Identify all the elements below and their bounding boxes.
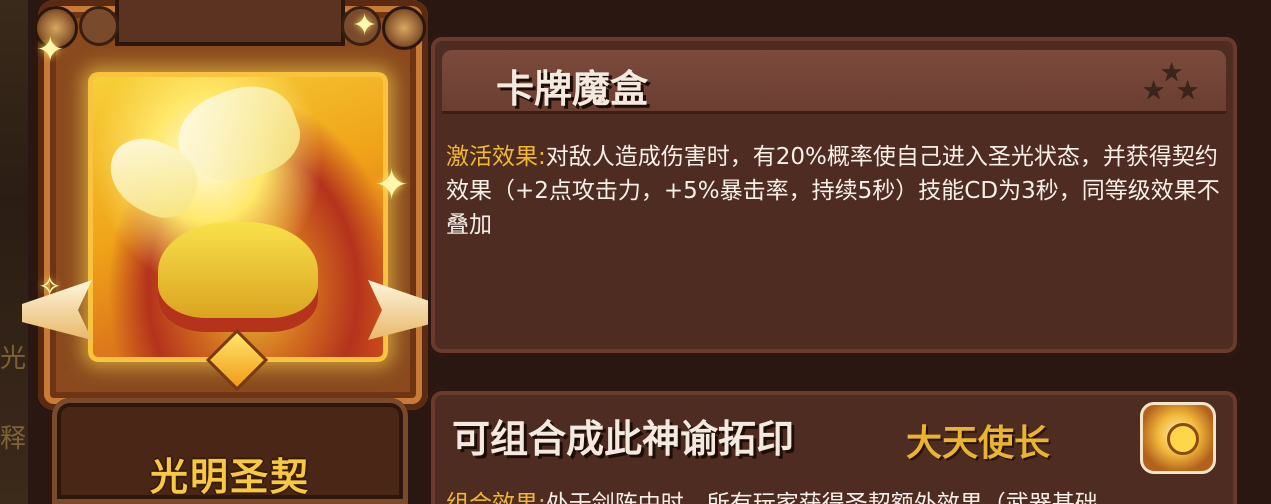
sparkle-icon: ✦ [36, 30, 65, 70]
background-ghost-text: 光 [0, 344, 27, 374]
activation-effect-label: 激活效果: [446, 144, 546, 170]
sparkle-icon: ✦ [374, 160, 410, 209]
oracle-name[interactable]: 大天使长 [906, 414, 1050, 466]
background-strip: 光 释 [0, 0, 28, 504]
activation-effect-description: 对敌人造成伤害时，有20%概率使自己进入圣光状态，并获得契约效果（+2点攻击力，… [446, 144, 1220, 238]
card-top-ornament [79, 0, 381, 46]
three-stars-icon: ★ ★ ★ [1138, 58, 1208, 108]
panel-title-bar: 卡牌魔盒 ★ ★ ★ [442, 50, 1226, 114]
helmet-shape [158, 222, 318, 332]
star-icon: ★ [1176, 76, 1200, 106]
card-effect-panel: 卡牌魔盒 ★ ★ ★ 激活效果:对敌人造成伤害时，有20%概率使自己进入圣光状态… [428, 34, 1240, 356]
card-name: 光明圣契 [149, 455, 310, 499]
panel-title: 卡牌魔盒 [496, 67, 649, 111]
combination-title: 可组合成此神谕拓印 [452, 417, 795, 461]
sparkle-icon: ✦ [352, 8, 378, 43]
golden-winged-helmet-icon [88, 72, 388, 362]
archangel-emblem-icon[interactable] [1140, 402, 1216, 474]
activation-effect-text: 激活效果:对敌人造成伤害时，有20%概率使自己进入圣光状态，并获得契约效果（+2… [446, 140, 1226, 242]
star-icon: ★ [1142, 76, 1166, 106]
corner-ornament-icon [382, 6, 426, 50]
combination-effect-description: 处于剑阵中时，所有玩家获得圣契额外效果（武器基础 [545, 491, 1098, 504]
combination-panel: 可组合成此神谕拓印 大天使长 组合效果:处于剑阵中时，所有玩家获得圣契额外效果（… [428, 388, 1240, 504]
background-ghost-text: 释 [0, 424, 27, 454]
combination-effect-text: 组合效果:处于剑阵中时，所有玩家获得圣契额外效果（武器基础 [446, 484, 1098, 504]
card-display[interactable]: ✦ ✦ ✦ ✧ 光明圣契 [22, 0, 430, 504]
combination-effect-label: 组合效果: [446, 491, 546, 504]
